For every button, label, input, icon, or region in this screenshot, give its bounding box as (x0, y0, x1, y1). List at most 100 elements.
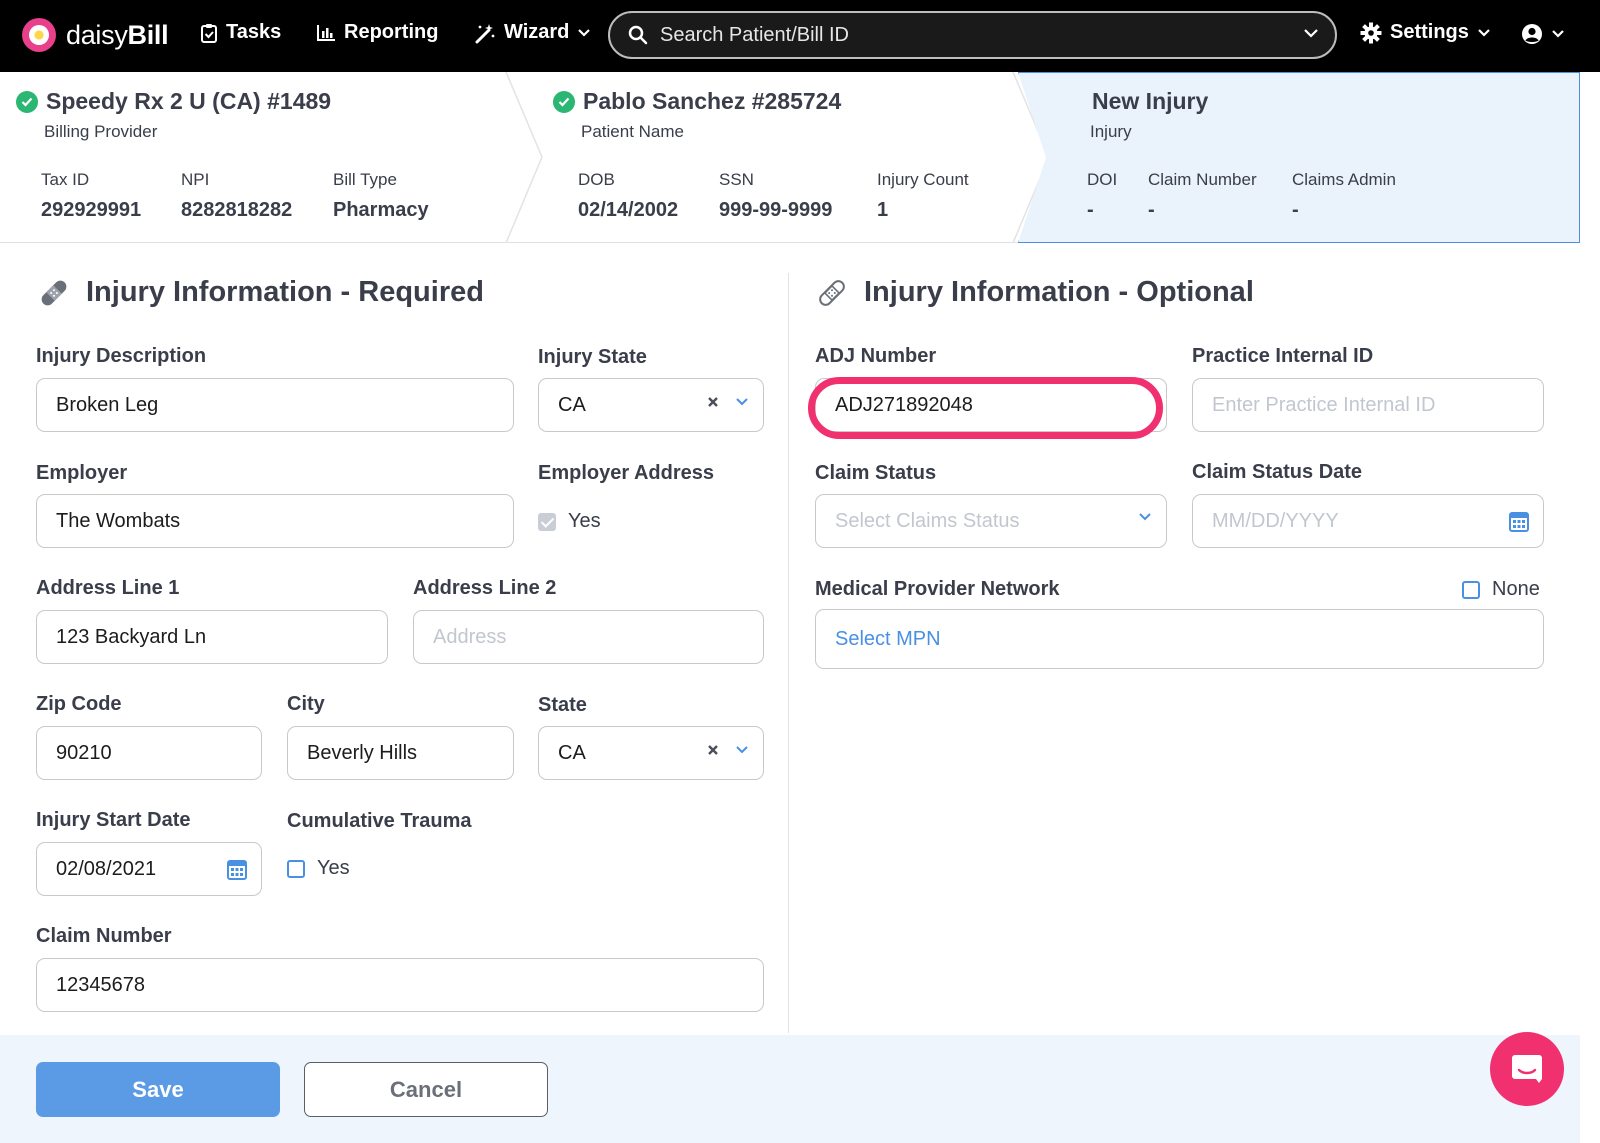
nav-reporting-label: Reporting (344, 21, 439, 43)
address-line-1-label: Address Line 1 (36, 577, 180, 599)
ssn-label: SSN (719, 170, 754, 189)
adj-number-value: ADJ271892048 (835, 393, 973, 416)
claim-status-date-placeholder: MM/DD/YYYY (1212, 509, 1339, 532)
npi-value: 8282818282 (181, 199, 293, 221)
billing-provider-title[interactable]: Speedy Rx 2 U (CA) #1489 (16, 88, 331, 115)
tax-id-label: Tax ID (41, 170, 90, 189)
injury-count-label: Injury Count (877, 170, 969, 189)
nav-wizard-dropdown[interactable]: Wizard (474, 21, 591, 44)
clear-x-icon[interactable] (707, 396, 719, 408)
gear-icon (1360, 22, 1382, 43)
nav-reporting[interactable]: Reporting (316, 21, 438, 44)
patient-bill-search[interactable] (608, 11, 1337, 59)
bandage-icon (41, 280, 67, 305)
claim-status-date-input[interactable]: MM/DD/YYYY (1192, 494, 1544, 548)
calendar-icon[interactable] (227, 858, 247, 880)
cumulative-trauma-checkbox[interactable]: Yes (287, 857, 350, 880)
new-injury-title-text: New Injury (1092, 88, 1209, 114)
city-label: City (287, 693, 325, 715)
injury-state-select[interactable]: CA (538, 378, 764, 432)
injury-count-item: Injury Count 1 (877, 170, 969, 222)
required-section-title: Injury Information - Required (38, 276, 484, 309)
search-input[interactable] (660, 23, 1270, 47)
claims-admin-item: Claims Admin - (1292, 170, 1396, 222)
doi-value: - (1087, 199, 1094, 221)
state-label: State (538, 694, 587, 716)
brand-name-light: daisy (66, 19, 128, 50)
check-circle-icon (16, 90, 38, 113)
injury-description-input[interactable]: Broken Leg (36, 378, 514, 432)
employer-input[interactable]: The Wombats (36, 494, 514, 548)
claim-number-input[interactable]: 12345678 (36, 958, 764, 1012)
section-divider (788, 273, 789, 1033)
cancel-button[interactable]: Cancel (304, 1062, 548, 1117)
injury-start-date-value: 02/08/2021 (56, 857, 157, 880)
doi-label: DOI (1087, 170, 1118, 189)
nav-tasks-label: Tasks (226, 21, 282, 43)
city-input[interactable]: Beverly Hills (287, 726, 514, 780)
breadcrumb-separator (505, 72, 543, 243)
chevron-down-icon[interactable] (1303, 27, 1319, 39)
address-line-1-input[interactable]: 123 Backyard Ln (36, 610, 388, 664)
employer-address-label: Employer Address (538, 462, 714, 484)
chat-launcher-button[interactable] (1490, 1032, 1564, 1106)
claim-number-label: Claim Number (36, 925, 172, 947)
mpn-select[interactable]: Select MPN (815, 609, 1544, 669)
cumulative-trauma-label: Cumulative Trauma (287, 810, 472, 832)
nav-tasks[interactable]: Tasks (200, 21, 281, 44)
adj-number-label: ADJ Number (815, 345, 937, 367)
city-value: Beverly Hills (307, 741, 418, 764)
chevron-down-icon (736, 398, 748, 406)
injury-start-date-label: Injury Start Date (36, 809, 191, 831)
user-circle-icon (1522, 24, 1542, 44)
chevron-down-icon (578, 28, 591, 37)
mpn-none-checkbox[interactable]: None (1462, 578, 1540, 601)
checkbox-unchecked-icon[interactable] (287, 859, 305, 878)
patient-title[interactable]: Pablo Sanchez #285724 (553, 88, 841, 115)
claims-admin-label: Claims Admin (1292, 170, 1396, 189)
injury-start-date-input[interactable]: 02/08/2021 (36, 842, 262, 896)
employer-label: Employer (36, 462, 128, 484)
nav-settings-label: Settings (1390, 21, 1469, 43)
save-button[interactable]: Save (36, 1062, 280, 1117)
billing-provider-name: Speedy Rx 2 U (CA) #1489 (46, 88, 332, 114)
employer-address-checkbox[interactable]: Yes (538, 510, 601, 533)
zip-code-label: Zip Code (36, 693, 122, 715)
billing-provider-caption: Billing Provider (44, 122, 158, 141)
calendar-icon[interactable] (1509, 510, 1529, 532)
nav-wizard-label: Wizard (504, 21, 570, 43)
nav-settings-dropdown[interactable]: Settings (1360, 21, 1491, 44)
claim-status-label: Claim Status (815, 462, 937, 484)
adj-number-input[interactable]: ADJ271892048 (815, 378, 1167, 432)
chevron-down-icon (1139, 513, 1151, 521)
daisy-logo-icon (22, 18, 56, 52)
chat-bubble-icon (1512, 1055, 1542, 1083)
user-menu-dropdown[interactable] (1521, 23, 1565, 45)
patient-name: Pablo Sanchez #285724 (583, 88, 842, 114)
checkbox-unchecked-icon[interactable] (1462, 580, 1480, 599)
tax-id-item: Tax ID 292929991 (41, 170, 141, 222)
clear-x-icon[interactable] (707, 744, 719, 756)
dob-value: 02/14/2002 (578, 199, 679, 221)
bandage-icon (819, 279, 845, 306)
mpn-label: Medical Provider Network (815, 578, 1060, 600)
injury-caption: Injury (1090, 122, 1132, 141)
bill-type-value: Pharmacy (333, 199, 429, 221)
claim-number-value: - (1148, 199, 1155, 221)
chevron-down-icon (1478, 28, 1490, 37)
injury-description-value: Broken Leg (56, 393, 159, 416)
bar-chart-icon (317, 24, 335, 41)
claim-status-select[interactable]: Select Claims Status (815, 494, 1167, 548)
chevron-down-icon (736, 746, 748, 754)
state-select[interactable]: CA (538, 726, 764, 780)
injury-state-value: CA (558, 393, 586, 416)
address-line-2-input[interactable]: Address (413, 610, 764, 664)
claim-status-placeholder: Select Claims Status (835, 509, 1020, 532)
claim-number-value: 12345678 (56, 973, 145, 996)
npi-label: NPI (181, 170, 210, 189)
checkbox-checked-icon[interactable] (538, 512, 556, 531)
mpn-none-label: None (1492, 578, 1540, 600)
zip-code-input[interactable]: 90210 (36, 726, 262, 780)
practice-internal-id-input[interactable]: Enter Practice Internal ID (1192, 378, 1544, 432)
brand-logo[interactable]: daisyBill (22, 18, 169, 52)
